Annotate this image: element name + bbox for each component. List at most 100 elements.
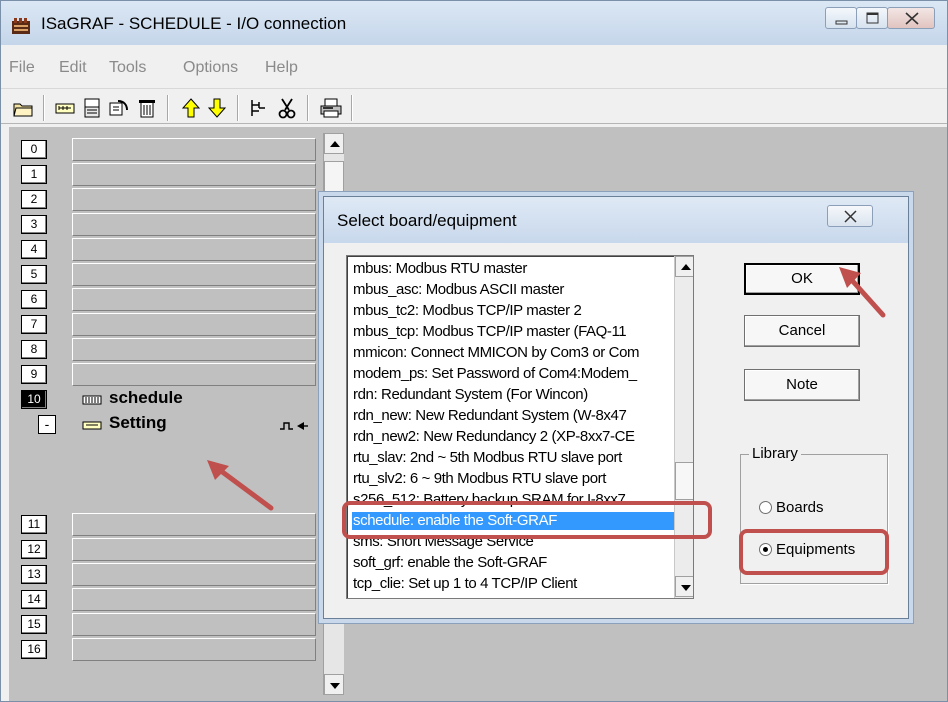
slot-number[interactable]: 6 bbox=[21, 290, 47, 309]
slot-number[interactable]: 14 bbox=[21, 590, 47, 609]
menu-edit[interactable]: Edit bbox=[59, 59, 87, 77]
list-item[interactable]: schedule: enable the Soft-GRAF bbox=[352, 512, 674, 530]
collapse-toggle[interactable]: - bbox=[38, 415, 56, 434]
list-item[interactable]: sms: Short Message Service bbox=[352, 533, 674, 551]
radio-equipments[interactable]: Equipments bbox=[759, 541, 855, 558]
list-item[interactable]: s256_512: Battery backup SRAM for I-8xx7 bbox=[352, 491, 674, 509]
radio-boards[interactable]: Boards bbox=[759, 499, 824, 516]
slot-number[interactable]: 0 bbox=[21, 140, 47, 159]
list-scroll-thumb[interactable] bbox=[675, 462, 693, 500]
slot-row-schedule[interactable]: 10 schedule bbox=[9, 387, 329, 412]
slot-number[interactable]: 9 bbox=[21, 365, 47, 384]
equipment-label-schedule[interactable]: schedule bbox=[109, 388, 183, 408]
slot-number[interactable]: 7 bbox=[21, 315, 47, 334]
slot-number[interactable]: 1 bbox=[21, 165, 47, 184]
slot-bar[interactable] bbox=[72, 163, 316, 186]
slot-row[interactable]: 3 bbox=[9, 212, 329, 237]
list-item[interactable]: soft_grf: enable the Soft-GRAF bbox=[352, 554, 674, 572]
sub-row-setting[interactable]: - Setting bbox=[9, 412, 329, 437]
tree-icon[interactable] bbox=[247, 97, 271, 119]
slot-row[interactable]: 12 bbox=[9, 537, 329, 562]
slot-bar[interactable] bbox=[72, 638, 316, 661]
slot-number[interactable]: 2 bbox=[21, 190, 47, 209]
slot-row[interactable]: 6 bbox=[9, 287, 329, 312]
slot-number[interactable]: 12 bbox=[21, 540, 47, 559]
list-item[interactable]: modem_ps: Set Password of Com4:Modem_ bbox=[352, 365, 674, 383]
menu-tools[interactable]: Tools bbox=[109, 59, 146, 77]
minimize-button[interactable] bbox=[825, 7, 857, 29]
slot-bar[interactable] bbox=[72, 563, 316, 586]
list-item[interactable]: rdn: Redundant System (For Wincon) bbox=[352, 386, 674, 404]
menu-options[interactable]: Options bbox=[183, 59, 238, 77]
list-item[interactable]: rdn_new2: New Redundancy 2 (XP-8xx7-CE bbox=[352, 428, 674, 446]
list-item[interactable]: tcp_clie: Set up 1 to 4 TCP/IP Client bbox=[352, 575, 674, 593]
list-item[interactable]: mbus_tcp: Modbus TCP/IP master (FAQ-11 bbox=[352, 323, 674, 341]
scroll-thumb[interactable] bbox=[324, 161, 344, 195]
slot-number[interactable]: 8 bbox=[21, 340, 47, 359]
slot-row[interactable]: 9 bbox=[9, 362, 329, 387]
slot-row[interactable]: 15 bbox=[9, 612, 329, 637]
slot-number[interactable]: 13 bbox=[21, 565, 47, 584]
radio-boards-label[interactable]: Boards bbox=[776, 499, 824, 516]
listbox-scrollbar[interactable] bbox=[674, 256, 693, 598]
slot-number-active[interactable]: 10 bbox=[21, 390, 47, 409]
open-folder-icon[interactable] bbox=[11, 97, 35, 119]
list-item[interactable]: rtu_slv2: 6 ~ 9th Modbus RTU slave port bbox=[352, 470, 674, 488]
cut-icon[interactable] bbox=[275, 97, 299, 119]
slot-bar[interactable] bbox=[72, 338, 316, 361]
note-button[interactable]: Note bbox=[744, 369, 860, 401]
slot-bar[interactable] bbox=[72, 213, 316, 236]
list-item[interactable]: rtu_slav: 2nd ~ 5th Modbus RTU slave por… bbox=[352, 449, 674, 467]
list-item[interactable]: mmicon: Connect MMICON by Com3 or Com bbox=[352, 344, 674, 362]
slot-bar[interactable] bbox=[72, 138, 316, 161]
equipment-listbox[interactable]: mbus: Modbus RTU master mbus_asc: Modbus … bbox=[346, 255, 694, 599]
list-item[interactable]: mbus_asc: Modbus ASCII master bbox=[352, 281, 674, 299]
slot-number[interactable]: 3 bbox=[21, 215, 47, 234]
slot-number[interactable]: 15 bbox=[21, 615, 47, 634]
slot-row[interactable]: 1 bbox=[9, 162, 329, 187]
list-scroll-down-button[interactable] bbox=[675, 576, 693, 597]
list-item[interactable]: mbus_tc2: Modbus TCP/IP master 2 bbox=[352, 302, 674, 320]
slot-bar[interactable] bbox=[72, 588, 316, 611]
slot-bar[interactable] bbox=[72, 363, 316, 386]
slot-number[interactable]: 5 bbox=[21, 265, 47, 284]
slot-row[interactable]: 16 bbox=[9, 637, 329, 662]
slot-number[interactable]: 16 bbox=[21, 640, 47, 659]
ok-button[interactable]: OK bbox=[744, 263, 860, 295]
cancel-button[interactable]: Cancel bbox=[744, 315, 860, 347]
maximize-button[interactable] bbox=[856, 7, 888, 29]
slot-row[interactable]: 2 bbox=[9, 187, 329, 212]
slot-bar[interactable] bbox=[72, 538, 316, 561]
slot-bar[interactable] bbox=[72, 613, 316, 636]
slot-bar[interactable] bbox=[72, 313, 316, 336]
radio-boards-circle[interactable] bbox=[759, 501, 772, 514]
parameters-icon[interactable] bbox=[107, 97, 131, 119]
board-icon[interactable] bbox=[53, 97, 77, 119]
radio-equipments-circle[interactable] bbox=[759, 543, 772, 556]
slot-row[interactable]: 7 bbox=[9, 312, 329, 337]
list-item[interactable]: mbus: Modbus RTU master bbox=[352, 260, 674, 278]
slot-row[interactable]: 8 bbox=[9, 337, 329, 362]
arrow-up-icon[interactable] bbox=[179, 97, 203, 119]
slot-row[interactable]: 0 bbox=[9, 137, 329, 162]
slot-bar[interactable] bbox=[72, 263, 316, 286]
scroll-up-button[interactable] bbox=[324, 133, 344, 154]
arrow-down-icon[interactable] bbox=[205, 97, 229, 119]
radio-equipments-label[interactable]: Equipments bbox=[776, 541, 855, 558]
scroll-down-button[interactable] bbox=[324, 674, 344, 695]
list-item[interactable]: rdn_new: New Redundant System (W-8x47 bbox=[352, 407, 674, 425]
slot-bar[interactable] bbox=[72, 288, 316, 311]
equipment-icon[interactable] bbox=[81, 97, 105, 119]
slot-row[interactable]: 13 bbox=[9, 562, 329, 587]
menu-help[interactable]: Help bbox=[265, 59, 298, 77]
slot-row[interactable]: 11 bbox=[9, 512, 329, 537]
list-scroll-up-button[interactable] bbox=[675, 256, 693, 277]
slot-number[interactable]: 11 bbox=[21, 515, 47, 534]
close-button[interactable] bbox=[887, 7, 935, 29]
delete-icon[interactable] bbox=[135, 97, 159, 119]
slot-row[interactable]: 4 bbox=[9, 237, 329, 262]
print-icon[interactable] bbox=[319, 97, 343, 119]
slot-bar[interactable] bbox=[72, 238, 316, 261]
slot-bar[interactable] bbox=[72, 188, 316, 211]
board-label-setting[interactable]: Setting bbox=[109, 413, 167, 433]
